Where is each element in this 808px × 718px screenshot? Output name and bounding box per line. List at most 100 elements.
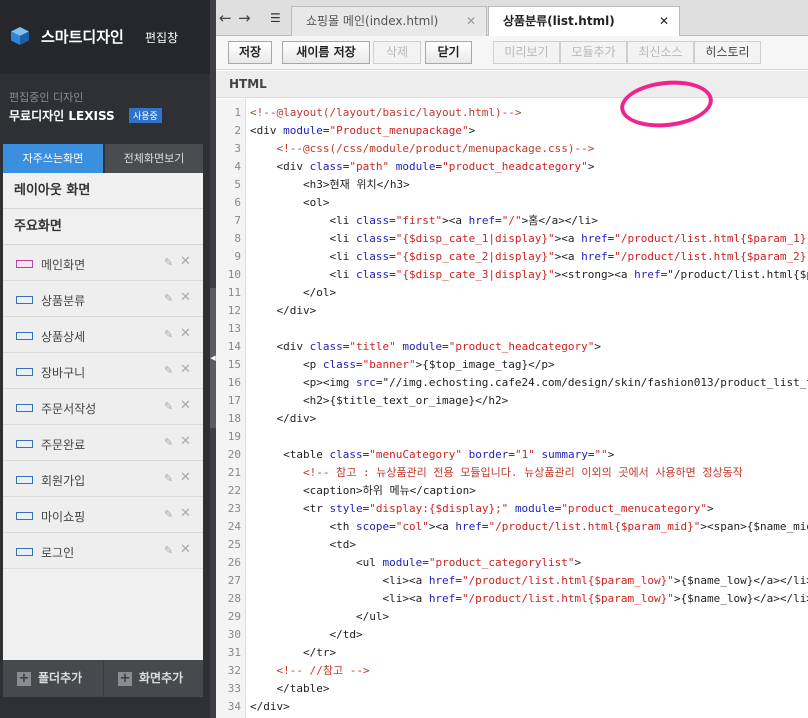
- code-line[interactable]: <li class="first"><a href="/">홈</a></li>: [250, 212, 597, 230]
- code-line[interactable]: </tr>: [250, 644, 336, 662]
- code-line[interactable]: <p class="banner">{$top_image_tag}</p>: [250, 356, 555, 374]
- tab-list-html[interactable]: 상품분류(list.html) ✕: [488, 6, 680, 36]
- close-icon[interactable]: ✕: [180, 542, 191, 557]
- close-icon[interactable]: ✕: [180, 434, 191, 449]
- delete-button[interactable]: 삭제: [373, 41, 421, 64]
- pencil-icon[interactable]: ✎: [164, 544, 173, 557]
- line-number: 5: [234, 178, 241, 191]
- code-line[interactable]: </div>: [250, 410, 316, 428]
- pencil-icon[interactable]: ✎: [164, 508, 173, 521]
- section-main-screens[interactable]: 주요화면: [3, 209, 203, 245]
- sidebar-item-label: 주문완료: [41, 438, 86, 452]
- sidebar-item[interactable]: 회원가입 ✎ ✕: [3, 461, 203, 497]
- sidebar-item[interactable]: 상품상세 ✎ ✕: [3, 317, 203, 353]
- close-icon[interactable]: ✕: [180, 290, 191, 305]
- screen-list: 메인화면 ✎ ✕ 상품분류 ✎ ✕ 상품상세 ✎ ✕ 장바구니 ✎ ✕ 주문서작성 ✎ ✕ 주문완료 ✎ ✕ 회원가…: [3, 245, 203, 569]
- code-line[interactable]: <!--@layout(/layout/basic/layout.html)--…: [250, 104, 522, 122]
- code-line[interactable]: <!-- 참고 : 뉴상품관리 전용 모듈입니다. 뉴상품관리 이외의 곳에서 …: [250, 464, 743, 482]
- line-number: 7: [234, 214, 241, 227]
- sidebar-item-label: 상품분류: [41, 294, 86, 308]
- code-line[interactable]: <ol>: [250, 194, 330, 212]
- pencil-icon[interactable]: ✎: [164, 364, 173, 377]
- code-line[interactable]: <div class="title" module="product_headc…: [250, 338, 601, 356]
- code-line[interactable]: <li><a href="/product/list.html{$param_l…: [250, 572, 808, 590]
- code-line[interactable]: <!--@css(/css/module/product/menupackage…: [250, 140, 594, 158]
- line-number: 10: [227, 268, 241, 281]
- brand-header: 스마트디자인 편집창: [0, 0, 210, 74]
- code-line[interactable]: <h3>현재 위치</h3>: [250, 176, 410, 194]
- add-module-button[interactable]: 모듈추가: [560, 41, 627, 64]
- code-editor[interactable]: 1 2 3 4 5 6 7 8 9 10 11 12 13 14 15 16 17 18 19 20 21 22 23 24 2…: [216, 99, 808, 718]
- code-line[interactable]: </ul>: [250, 608, 389, 626]
- close-icon[interactable]: ✕: [466, 7, 476, 35]
- code-line[interactable]: </table>: [250, 680, 329, 698]
- tab-index-html[interactable]: 쇼핑몰 메인(index.html) ✕: [291, 6, 487, 36]
- code-line[interactable]: <h2>{$title_text_or_image}</h2>: [250, 392, 508, 410]
- code-line[interactable]: </td>: [250, 626, 362, 644]
- close-icon[interactable]: ✕: [659, 7, 669, 35]
- close-icon[interactable]: ✕: [180, 362, 191, 377]
- pencil-icon[interactable]: ✎: [164, 292, 173, 305]
- list-icon[interactable]: ☰: [270, 12, 284, 24]
- code-line[interactable]: <li class="{$disp_cate_2|display}"><a hr…: [250, 248, 808, 266]
- add-folder-button[interactable]: + 폴더추가: [17, 660, 82, 697]
- line-number: 2: [234, 124, 241, 137]
- code-line[interactable]: <div module="Product_menupackage">: [250, 122, 475, 140]
- sidebar-item[interactable]: 마이쇼핑 ✎ ✕: [3, 497, 203, 533]
- forward-arrow-icon[interactable]: →: [238, 9, 251, 27]
- sidebar-item[interactable]: 주문완료 ✎ ✕: [3, 425, 203, 461]
- page-icon: [16, 548, 33, 556]
- code-line[interactable]: <table class="menuCategory" border="1" s…: [250, 446, 614, 464]
- code-line[interactable]: <div class="path" module="product_headca…: [250, 158, 594, 176]
- sidebar-item[interactable]: 장바구니 ✎ ✕: [3, 353, 203, 389]
- code-line[interactable]: <li class="{$disp_cate_1|display}"><a hr…: [250, 230, 808, 248]
- code-line[interactable]: <ul module="product_categorylist">: [250, 554, 581, 572]
- sidebar-item-label: 주문서작성: [41, 402, 97, 416]
- pencil-icon[interactable]: ✎: [164, 436, 173, 449]
- preview-button[interactable]: 미리보기: [493, 41, 560, 64]
- sidebar-tabs: 자주쓰는화면 전체화면보기: [3, 144, 203, 173]
- code-line[interactable]: <p><img src="//img.echosting.cafe24.com/…: [250, 374, 808, 392]
- code-line[interactable]: <li><a href="/product/list.html{$param_l…: [250, 590, 808, 608]
- plus-icon: +: [17, 670, 31, 686]
- latest-source-button[interactable]: 최신소스: [627, 41, 694, 64]
- code-line[interactable]: </div>: [250, 302, 316, 320]
- history-button[interactable]: 히스토리: [694, 41, 761, 64]
- code-line[interactable]: <!-- //참고 -->: [250, 662, 369, 680]
- tab-all-screens[interactable]: 전체화면보기: [105, 144, 203, 173]
- section-layout-screens[interactable]: 레이아웃 화면: [3, 173, 203, 209]
- close-icon[interactable]: ✕: [180, 398, 191, 413]
- sidebar-item[interactable]: 상품분류 ✎ ✕: [3, 281, 203, 317]
- pencil-icon[interactable]: ✎: [164, 256, 173, 269]
- close-button[interactable]: 닫기: [425, 41, 472, 64]
- close-icon[interactable]: ✕: [180, 470, 191, 485]
- close-icon[interactable]: ✕: [180, 506, 191, 521]
- line-number: 24: [227, 520, 241, 533]
- mode-bar: HTML: [216, 71, 808, 98]
- sidebar-item[interactable]: 메인화면 ✎ ✕: [3, 245, 203, 281]
- close-icon[interactable]: ✕: [180, 326, 191, 341]
- sidebar-item[interactable]: 주문서작성 ✎ ✕: [3, 389, 203, 425]
- line-number: 3: [234, 142, 241, 155]
- code-line[interactable]: <tr style="display:{$display};" module="…: [250, 500, 714, 518]
- sidebar-item-label: 마이쇼핑: [41, 510, 86, 524]
- add-screen-button[interactable]: + 화면추가: [118, 660, 183, 697]
- sidebar-item[interactable]: 로그인 ✎ ✕: [3, 533, 203, 569]
- pencil-icon[interactable]: ✎: [164, 328, 173, 341]
- pencil-icon[interactable]: ✎: [164, 472, 173, 485]
- code-line[interactable]: <td>: [250, 536, 356, 554]
- close-icon[interactable]: ✕: [180, 254, 191, 269]
- save-button[interactable]: 저장: [228, 41, 272, 64]
- code-line[interactable]: <th scope="col"><a href="/product/list.h…: [250, 518, 808, 536]
- tab-favorites[interactable]: 자주쓰는화면: [3, 144, 103, 173]
- code-line[interactable]: <li class="{$disp_cate_3|display}"><stro…: [250, 266, 808, 284]
- current-design-name[interactable]: 무료디자인 LEXISS: [9, 107, 115, 124]
- save-as-button[interactable]: 새이름 저장: [282, 41, 370, 64]
- line-number: 13: [227, 322, 241, 335]
- code-line[interactable]: </ol>: [250, 284, 336, 302]
- line-number: 20: [227, 448, 241, 461]
- pencil-icon[interactable]: ✎: [164, 400, 173, 413]
- back-arrow-icon[interactable]: ←: [219, 9, 232, 27]
- code-line[interactable]: </div>: [250, 698, 290, 716]
- code-line[interactable]: <caption>하위 메뉴</caption>: [250, 482, 476, 500]
